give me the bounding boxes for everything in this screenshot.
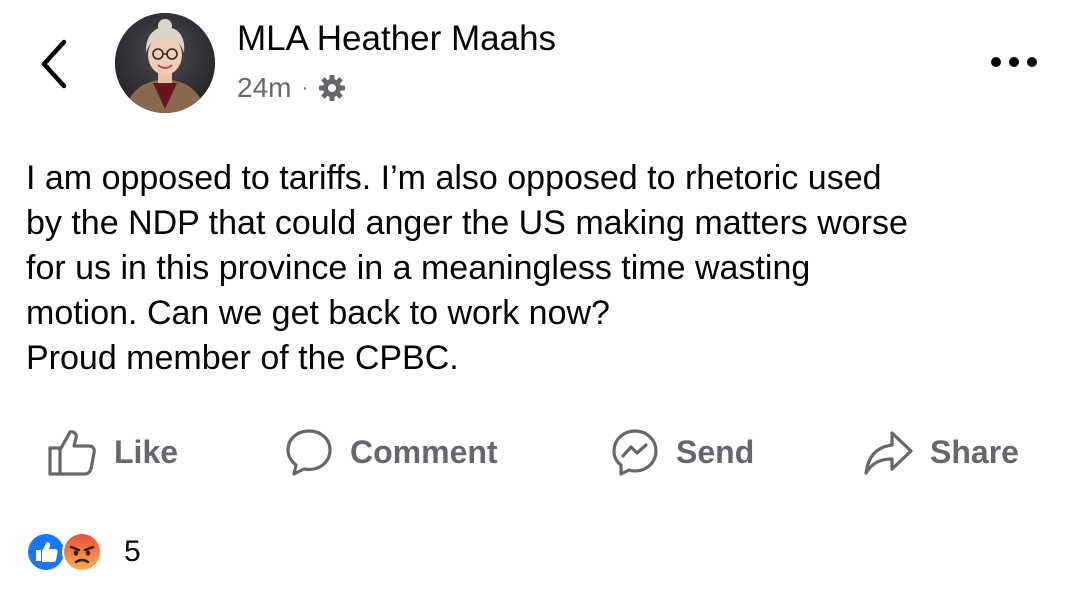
share-arrow-icon — [864, 431, 913, 475]
post-screen: MLA Heather Maahs 24m · I am opposed to … — [0, 0, 1073, 603]
comment-label: Comment — [350, 433, 498, 470]
author-name[interactable]: MLA Heather Maahs — [237, 18, 556, 60]
messenger-icon — [612, 429, 658, 476]
post-timestamp[interactable]: 24m — [237, 72, 291, 104]
thumbs-up-icon — [48, 430, 96, 476]
angry-reaction-icon — [62, 532, 102, 572]
share-button[interactable]: Share — [862, 424, 1019, 480]
back-chevron-icon[interactable] — [36, 36, 72, 92]
meta-separator: · — [301, 76, 309, 99]
share-label: Share — [930, 433, 1019, 470]
post-line: Proud member of the CPBC. — [26, 339, 459, 377]
like-reaction-icon — [26, 532, 66, 572]
like-button[interactable]: Like — [46, 424, 178, 480]
post-line: by the NDP that could anger the US makin… — [26, 204, 908, 242]
reactions-summary[interactable]: 5 — [24, 530, 141, 574]
profile-photo — [115, 13, 215, 113]
post-meta: 24m · — [237, 70, 347, 106]
like-label: Like — [114, 433, 179, 470]
action-bar: Like Comment Send Share — [0, 424, 1073, 480]
send-label: Send — [676, 433, 755, 470]
reaction-count: 5 — [124, 535, 141, 568]
post-line: I am opposed to tariffs. I’m also oppose… — [26, 159, 882, 197]
post-line: for us in this province in a meaningless… — [26, 249, 811, 287]
send-button[interactable]: Send — [610, 424, 754, 480]
comment-button[interactable]: Comment — [284, 424, 498, 480]
post-body: I am opposed to tariffs. I’m also oppose… — [26, 156, 1056, 381]
speech-bubble-icon — [286, 429, 332, 476]
gear-icon[interactable] — [317, 73, 347, 103]
more-options-icon[interactable] — [988, 48, 1044, 76]
reaction-icons — [26, 532, 102, 572]
avatar[interactable] — [115, 13, 215, 113]
post-line: motion. Can we get back to work now? — [26, 294, 610, 332]
